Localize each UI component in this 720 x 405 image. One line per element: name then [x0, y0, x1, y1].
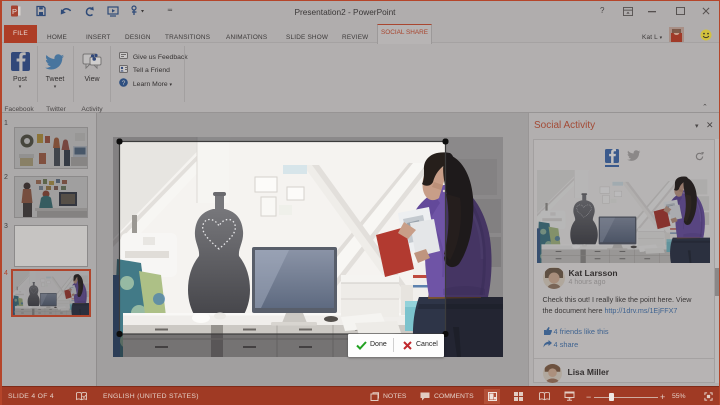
svg-text:?: ?	[122, 80, 126, 87]
